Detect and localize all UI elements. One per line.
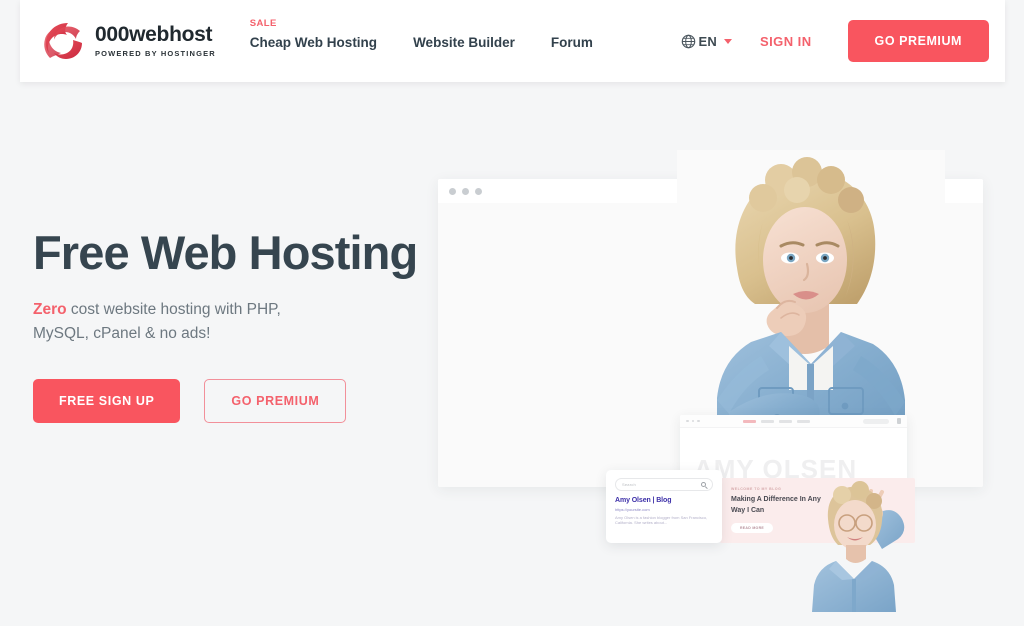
globe-icon (681, 34, 696, 49)
hero-content: Free Web Hosting Zero cost website hosti… (33, 226, 433, 423)
search-placeholder: Search (622, 482, 636, 487)
amy-site-nav (742, 419, 810, 423)
nav-item-forum[interactable]: Forum (551, 33, 593, 50)
language-selector[interactable]: EN (681, 34, 732, 49)
browser-dot-icon (462, 187, 469, 195)
amy-nav-item (760, 419, 774, 423)
brand-tagline: POWERED BY HOSTINGER (95, 48, 216, 58)
amy-browser-title-bar (680, 415, 907, 428)
hero-go-premium-button[interactable]: GO PREMIUM (204, 378, 347, 423)
hero-cta-group: FREE SIGN UP GO PREMIUM (33, 378, 433, 423)
model-photo-small (802, 475, 918, 612)
page-title: Free Web Hosting (33, 226, 418, 279)
hero-artwork: AMY OLSEN WELCOME TO MY BLOG Making A Di… (430, 150, 1015, 612)
swirl-logo-icon (38, 18, 86, 64)
free-sign-up-button[interactable]: FREE SIGN UP (33, 378, 181, 423)
browser-dot-icon (449, 187, 456, 195)
search-result-title[interactable]: Amy Olsen | Blog (615, 497, 713, 504)
promo-eyebrow: WELCOME TO MY BLOG (731, 487, 782, 491)
nav-item-label: Cheap Web Hosting (249, 34, 378, 50)
nav-item-label: Forum (550, 34, 593, 50)
brand-name: 000webhost (95, 23, 213, 47)
search-result-description: Amy Olsen is a fashion blogger from San … (615, 514, 708, 526)
language-code: EN (698, 33, 717, 49)
nav-right-actions: EN SIGN IN GO PREMIUM (681, 20, 989, 62)
search-input[interactable]: Search (615, 478, 713, 491)
browser-dot-icon (697, 419, 700, 423)
top-navigation-bar: 000webhost POWERED BY HOSTINGER SALE Che… (20, 0, 1005, 82)
search-result-card: Search Amy Olsen | Blog https://yoursite… (606, 470, 722, 543)
page-root: 000webhost POWERED BY HOSTINGER SALE Che… (0, 0, 1024, 626)
browser-dot-icon (691, 419, 694, 423)
browser-dot-icon (475, 187, 482, 195)
browser-dot-icon (686, 419, 689, 423)
nav-item-cheap-web-hosting[interactable]: SALE Cheap Web Hosting (249, 18, 378, 50)
amy-nav-item (742, 419, 756, 423)
search-result-url: https://yoursite.com (615, 506, 650, 512)
hero-subtitle-accent: Zero (33, 300, 67, 318)
nav-links: SALE Cheap Web Hosting Website Builder F… (249, 18, 681, 50)
promo-read-more-button[interactable]: READ MORE (731, 523, 773, 533)
go-premium-button[interactable]: GO PREMIUM (847, 20, 989, 62)
nav-item-label: Website Builder (413, 34, 515, 50)
cart-icon (897, 418, 901, 424)
nav-item-website-builder[interactable]: Website Builder (413, 33, 515, 50)
amy-nav-item (778, 419, 792, 423)
amy-search-field (863, 418, 889, 424)
amy-nav-item (796, 419, 810, 423)
model-photo-large (677, 150, 945, 455)
sign-in-link[interactable]: SIGN IN (760, 34, 812, 49)
chevron-down-icon (724, 38, 732, 44)
search-icon (701, 482, 706, 487)
hero-subtitle: Zero cost website hosting with PHP, MySQ… (33, 298, 288, 346)
brand-logo[interactable]: 000webhost POWERED BY HOSTINGER (38, 18, 216, 64)
hero-subtitle-rest: cost website hosting with PHP, MySQL, cP… (33, 300, 281, 342)
sale-badge: SALE (249, 17, 277, 29)
